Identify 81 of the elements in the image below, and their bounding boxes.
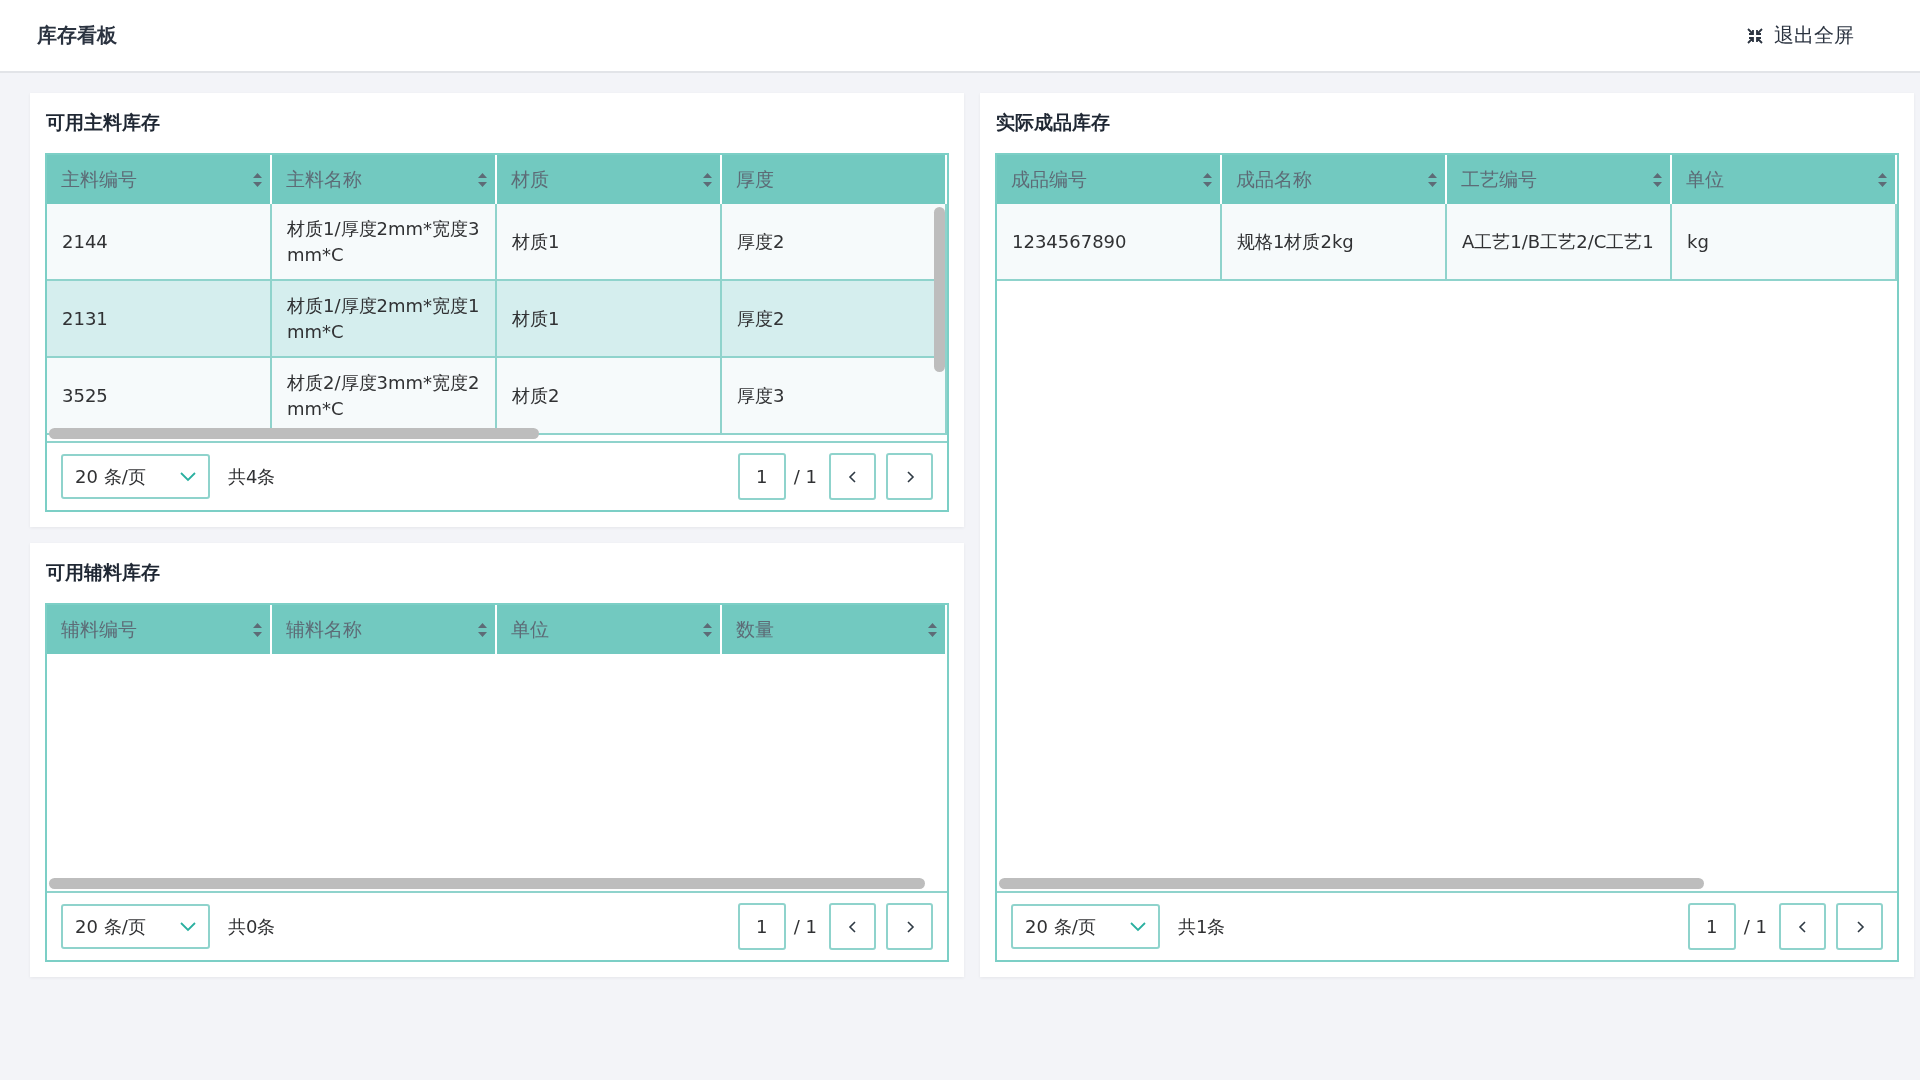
panel-title: 可用主料库存 (45, 110, 161, 135)
table-cell: kg (1672, 204, 1897, 281)
column-header[interactable]: 单位 (497, 605, 722, 654)
table-cell: 2131 (47, 281, 272, 358)
table-cell: 3525 (47, 358, 272, 435)
page-title: 库存看板 (37, 22, 117, 49)
table-cell: 2144 (47, 204, 272, 281)
table-cell: A工艺1/B工艺2/C工艺1 (1447, 204, 1672, 281)
column-header[interactable]: 材质 (497, 155, 722, 204)
previous-page-button[interactable] (829, 903, 876, 950)
table-cell: 规格1材质2kg (1222, 204, 1447, 281)
chevron-down-icon (1130, 921, 1146, 932)
table-cell: 1234567890 (997, 204, 1222, 281)
column-header-label: 单位 (1686, 166, 1724, 192)
sort-icon[interactable] (478, 172, 487, 187)
column-header-label: 主料名称 (286, 166, 362, 192)
column-header-label: 工艺编号 (1461, 166, 1537, 192)
total-count: 共1条 (1178, 914, 1226, 939)
column-header-label: 厚度 (736, 166, 774, 192)
page-input[interactable]: 1 (737, 903, 786, 950)
table-cell: 材质2 (497, 358, 722, 435)
horizontal-scrollbar[interactable] (49, 878, 925, 889)
page-input[interactable]: 1 (737, 453, 786, 500)
sort-icon[interactable] (703, 622, 712, 637)
chevron-down-icon (180, 921, 196, 932)
column-header[interactable]: 主料名称 (272, 155, 497, 204)
panel-title: 实际成品库存 (995, 110, 1111, 135)
table-cell: 厚度2 (722, 204, 947, 281)
panel-title: 可用辅料库存 (45, 560, 161, 585)
column-header-label: 主料编号 (61, 166, 137, 192)
sort-icon[interactable] (253, 172, 262, 187)
total-count: 共0条 (228, 914, 276, 939)
next-page-button[interactable] (886, 903, 933, 950)
chevron-down-icon (180, 471, 196, 482)
table-cell: 材质1 (497, 281, 722, 358)
column-header-label: 成品名称 (1236, 166, 1312, 192)
next-page-button[interactable] (1836, 903, 1883, 950)
sort-icon[interactable] (928, 622, 937, 637)
collapse-icon (1746, 26, 1764, 45)
page-size-select[interactable]: 20 条/页 (1011, 904, 1160, 949)
table-cell: 材质1 (497, 204, 722, 281)
column-header[interactable]: 成品编号 (997, 155, 1222, 204)
page-input[interactable]: 1 (1687, 903, 1736, 950)
page-count: / 1 (793, 916, 817, 937)
table-cell: 材质1/厚度2mm*宽度3mm*C (272, 204, 497, 281)
next-page-button[interactable] (886, 453, 933, 500)
page-count: / 1 (793, 466, 817, 487)
sort-icon[interactable] (1878, 172, 1887, 187)
column-header-label: 数量 (736, 616, 774, 642)
sort-icon[interactable] (1203, 172, 1212, 187)
exit-fullscreen-button[interactable]: 退出全屏 (1742, 18, 1858, 53)
column-header-label: 成品编号 (1011, 166, 1087, 192)
page-size-select[interactable]: 20 条/页 (61, 904, 210, 949)
sort-icon[interactable] (1428, 172, 1437, 187)
sort-icon[interactable] (253, 622, 262, 637)
page-size-select[interactable]: 20 条/页 (61, 454, 210, 499)
column-header-label: 材质 (511, 166, 549, 192)
column-header[interactable]: 工艺编号 (1447, 155, 1672, 204)
sort-icon[interactable] (703, 172, 712, 187)
column-header-label: 辅料编号 (61, 616, 137, 642)
sort-icon[interactable] (1653, 172, 1662, 187)
previous-page-button[interactable] (1779, 903, 1826, 950)
vertical-scrollbar[interactable] (934, 207, 945, 372)
column-header[interactable]: 主料编号 (47, 155, 272, 204)
column-header-label: 辅料名称 (286, 616, 362, 642)
table-cell: 厚度3 (722, 358, 947, 435)
column-header-label: 单位 (511, 616, 549, 642)
horizontal-scrollbar[interactable] (49, 428, 539, 439)
column-header[interactable]: 辅料编号 (47, 605, 272, 654)
table-cell: 材质1/厚度2mm*宽度1mm*C (272, 281, 497, 358)
column-header[interactable]: 成品名称 (1222, 155, 1447, 204)
sort-icon[interactable] (478, 622, 487, 637)
total-count: 共4条 (228, 464, 276, 489)
column-header[interactable]: 单位 (1672, 155, 1897, 204)
column-header[interactable]: 数量 (722, 605, 947, 654)
previous-page-button[interactable] (829, 453, 876, 500)
column-header[interactable]: 辅料名称 (272, 605, 497, 654)
column-header[interactable]: 厚度 (722, 155, 947, 204)
page-count: / 1 (1743, 916, 1767, 937)
table-cell: 厚度2 (722, 281, 947, 358)
horizontal-scrollbar[interactable] (999, 878, 1704, 889)
